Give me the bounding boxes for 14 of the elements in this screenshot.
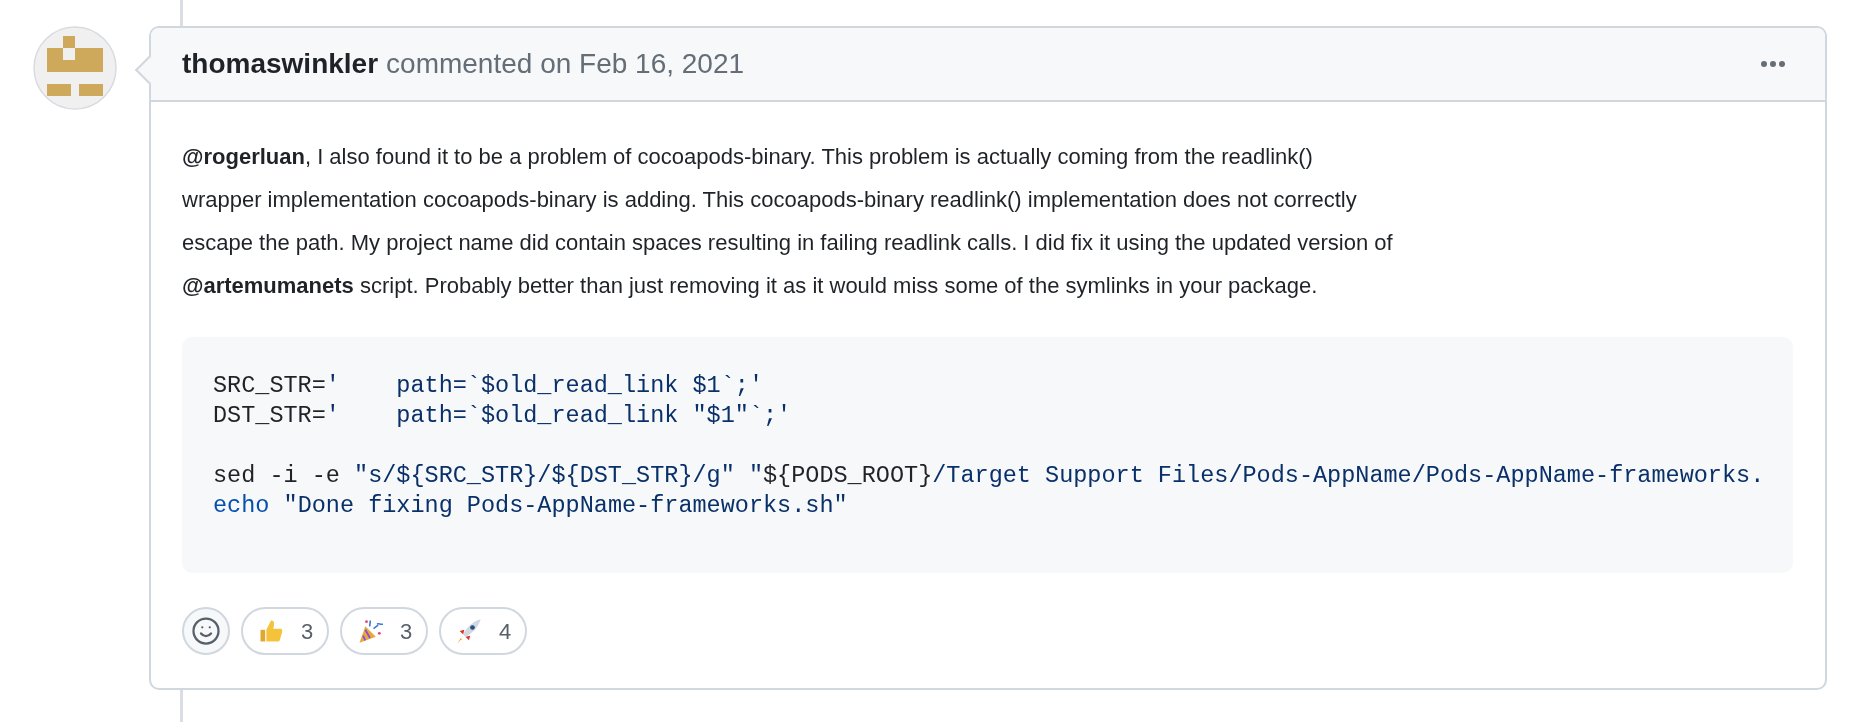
code-line: sed -i -e "s/${SRC_STR}/${DST_STR}/g" "${PODS_ROOT}/Target Support Files/Pods-AppName/Pods-AppName-frameworks. (213, 461, 1766, 491)
comment-timestamp: commented on Feb 16, 2021 (386, 47, 745, 81)
add-reaction-button[interactable] (182, 607, 230, 655)
more-options-icon (1761, 61, 1785, 67)
more-options-button[interactable] (1761, 61, 1785, 67)
code-line: echo "Done fixing Pods-AppName-frameworks.sh" (213, 491, 849, 521)
reaction-button[interactable]: 3 (241, 607, 329, 655)
reaction-button[interactable]: 3 (340, 607, 428, 655)
smiley-icon (191, 616, 221, 646)
code-line: DST_STR=' path=`$old_read_link "$1"`;' (213, 401, 793, 431)
author-link[interactable]: thomaswinkler (182, 43, 379, 85)
comment-text: @rogerluan, I also found it to be a problem of cocoapods-binary. This problem is actually coming from the readlink() wrapper implementation cocoapods-binary is adding. This cocoapods-binary readlink() implementation does not correctly escape the path. My project name did contain spaces resulting in failing readlink calls. I did fix it using the updated version of @artemumanets script. Probably better than just removing it as it would miss some of the symlinks in your package. (182, 143, 1394, 300)
code-line: SRC_STR=' path=`$old_read_link $1`;' (213, 371, 764, 401)
reaction-button[interactable]: 4 (439, 607, 527, 655)
